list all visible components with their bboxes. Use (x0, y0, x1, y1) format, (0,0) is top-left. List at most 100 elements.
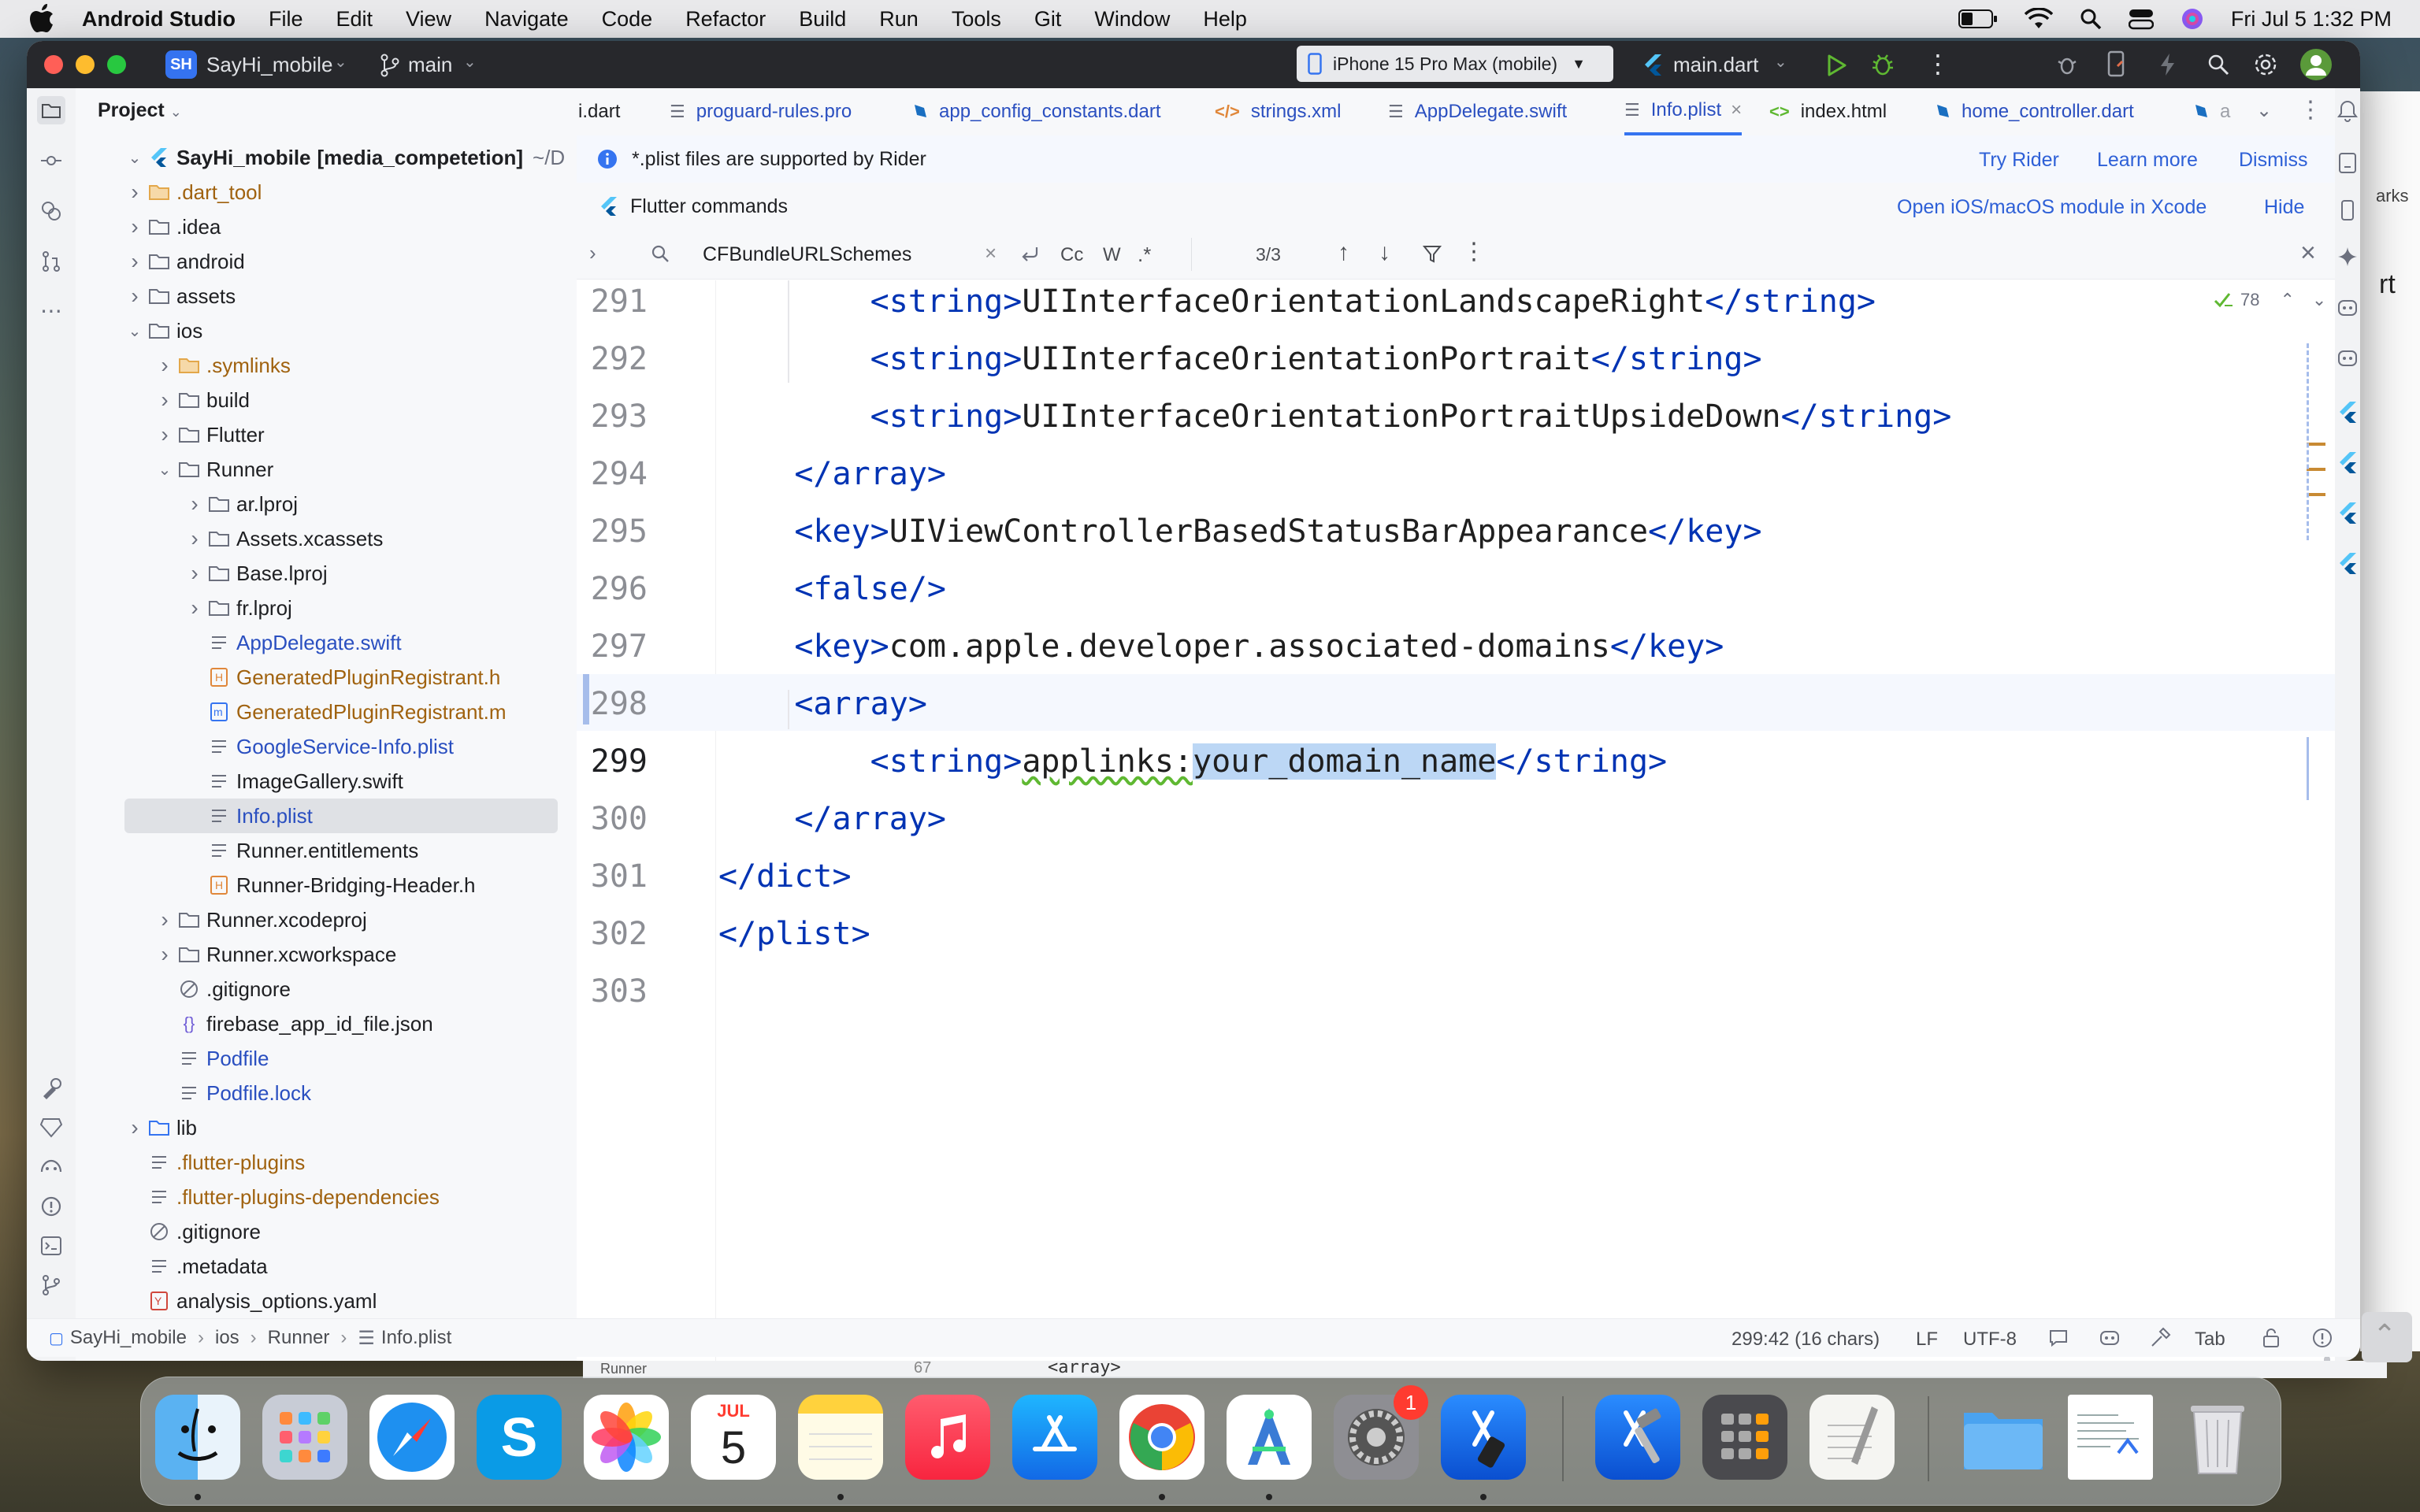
code-line[interactable]: <array> (718, 686, 927, 722)
tree-item[interactable]: › .dart_tool (76, 175, 577, 209)
code-line[interactable]: <key>UIViewControllerBasedStatusBarAppea… (718, 513, 1761, 550)
previous-highlight-icon[interactable]: ⌃ (2280, 290, 2294, 310)
device-manager-icon[interactable] (2106, 50, 2127, 77)
menu-app-name[interactable]: Android Studio (82, 7, 236, 32)
tree-item[interactable]: m GeneratedPluginRegistrant.m (76, 695, 577, 729)
flutter-devtools-icon[interactable] (2336, 551, 2359, 575)
pull-requests-icon[interactable] (37, 247, 65, 276)
flutter-outline-icon[interactable] (2336, 400, 2359, 424)
chevron-right-icon[interactable]: › (186, 526, 203, 550)
breadcrumb-item[interactable]: Info.plist (381, 1327, 451, 1349)
caret-position[interactable]: 299:42 (16 chars) (1731, 1329, 1880, 1351)
chevron-right-icon[interactable]: › (156, 387, 173, 412)
problems-icon[interactable] (37, 1192, 65, 1221)
next-highlight-icon[interactable]: ⌄ (2312, 290, 2326, 310)
apple-menu-icon[interactable] (28, 4, 55, 34)
breadcrumb-item[interactable]: Runner (268, 1327, 330, 1349)
tree-item[interactable]: .gitignore (76, 1214, 577, 1249)
tree-item[interactable]: .metadata (76, 1249, 577, 1284)
code-line[interactable]: </plist> (718, 916, 870, 952)
code-editor[interactable]: 291 <string>UIInterfaceOrientationLandsc… (577, 280, 2335, 1361)
tree-item[interactable]: Info.plist (124, 799, 558, 833)
chevron-down-icon[interactable]: ⌄ (170, 104, 182, 120)
line-separator[interactable]: LF (1916, 1329, 1938, 1351)
tab-appdelegate-swift[interactable]: ☰ AppDelegate.swift (1388, 88, 1567, 135)
tree-item[interactable]: › ar.lproj (76, 487, 577, 521)
tree-item[interactable]: › Flutter (76, 417, 577, 452)
wifi-icon[interactable] (2024, 8, 2053, 30)
tree-root-row[interactable]: ⌄ SayHi_mobile [media_competetion] ~/D (76, 140, 577, 175)
project-panel-title[interactable]: Project ⌄ (98, 99, 182, 122)
tab-app-config-constants[interactable]: app_config_constants.dart (911, 88, 1161, 135)
learn-more-link[interactable]: Learn more (2097, 149, 2198, 172)
tree-item[interactable]: Runner.entitlements (76, 833, 577, 868)
terminal-icon[interactable] (37, 1232, 65, 1260)
device-mirroring-icon[interactable] (2336, 198, 2359, 222)
tree-item[interactable]: Yanalysis_options.yaml (76, 1284, 577, 1318)
close-tab-icon[interactable]: × (1731, 99, 1742, 121)
tab-overflow[interactable]: a (2192, 88, 2230, 135)
project-selector[interactable]: SayHi_mobile (206, 53, 332, 77)
try-rider-link[interactable]: Try Rider (1979, 149, 2059, 172)
debug-icon[interactable] (1870, 52, 1895, 77)
menu-build[interactable]: Build (799, 7, 846, 32)
chevron-right-icon[interactable]: › (186, 491, 203, 516)
code-line[interactable]: <string>UIInterfaceOrientationPortraitUp… (718, 398, 1952, 435)
menu-refactor[interactable]: Refactor (685, 7, 766, 32)
downloads-folder-icon[interactable] (1961, 1395, 2046, 1480)
tree-item[interactable]: › build (76, 383, 577, 417)
chevron-down-icon[interactable]: ⌄ (463, 52, 477, 72)
menubar-datetime[interactable]: Fri Jul 5 1:32 PM (2231, 7, 2392, 32)
file-encoding[interactable]: UTF-8 (1963, 1329, 2017, 1351)
expand-replace-icon[interactable]: › (589, 241, 596, 265)
new-line-icon[interactable] (1019, 244, 1041, 265)
ai-status-icon[interactable] (2099, 1329, 2121, 1347)
code-style-icon[interactable] (2149, 1327, 2171, 1349)
chevron-right-icon[interactable]: › (126, 180, 143, 204)
menu-git[interactable]: Git (1034, 7, 1062, 32)
tree-item[interactable]: › fr.lproj (76, 591, 577, 625)
tree-item[interactable]: {} firebase_app_id_file.json (76, 1006, 577, 1041)
resource-manager-icon[interactable] (37, 197, 65, 225)
control-center-icon[interactable] (2128, 8, 2154, 30)
tree-item[interactable]: Podfile.lock (76, 1076, 577, 1110)
tab-info-plist[interactable]: ☰ Info.plist × (1624, 88, 1743, 135)
chevron-right-icon[interactable]: › (156, 942, 173, 966)
flutter-inspector-panel-icon[interactable] (2336, 501, 2359, 524)
tree-item[interactable]: .flutter-plugins (76, 1145, 577, 1180)
code-line[interactable]: <string>UIInterfaceOrientationLandscapeR… (718, 284, 1876, 320)
find-input[interactable]: CFBundleURLSchemes (703, 243, 911, 266)
tab-index-html[interactable]: <> index.html (1769, 88, 1887, 135)
settings-gear-icon[interactable] (2253, 52, 2278, 77)
code-line[interactable]: <false/> (718, 571, 946, 607)
recent-document-icon[interactable] (2068, 1395, 2153, 1480)
tree-item[interactable]: › assets (76, 279, 577, 313)
tree-item[interactable]: .gitignore (76, 972, 577, 1006)
match-case-toggle[interactable]: Cc (1060, 244, 1083, 266)
tree-item[interactable]: .flutter-plugins-dependencies (76, 1180, 577, 1214)
more-options-icon[interactable]: ⋮ (1925, 49, 1950, 79)
tree-item[interactable]: H GeneratedPluginRegistrant.h (76, 660, 577, 695)
tree-item[interactable]: AppDelegate.swift (76, 625, 577, 660)
user-avatar[interactable] (2300, 49, 2332, 80)
xcode-icon[interactable] (1595, 1395, 1680, 1480)
chevron-right-icon[interactable]: › (156, 353, 173, 377)
code-line[interactable]: </array> (718, 456, 946, 492)
chevron-down-icon[interactable]: ⌄ (1774, 52, 1787, 72)
menu-help[interactable]: Help (1203, 7, 1247, 32)
chrome-icon[interactable] (1119, 1395, 1204, 1480)
chevron-down-icon[interactable]: ⌄ (156, 461, 173, 479)
menu-tools[interactable]: Tools (952, 7, 1001, 32)
dismiss-link[interactable]: Dismiss (2239, 149, 2308, 172)
whole-words-toggle[interactable]: W (1103, 244, 1121, 266)
lock-icon[interactable] (2261, 1327, 2281, 1349)
next-match-icon[interactable]: ↓ (1379, 239, 1390, 266)
hide-link[interactable]: Hide (2264, 196, 2304, 219)
indent-setting[interactable]: Tab (2195, 1329, 2225, 1351)
menu-view[interactable]: View (406, 7, 451, 32)
tree-item[interactable]: › Runner.xcodeproj (76, 902, 577, 937)
search-everywhere-icon[interactable] (2207, 54, 2229, 76)
android-studio-icon[interactable] (1227, 1395, 1312, 1480)
menu-edit[interactable]: Edit (336, 7, 373, 32)
chevron-down-icon[interactable]: ⌄ (334, 52, 347, 72)
